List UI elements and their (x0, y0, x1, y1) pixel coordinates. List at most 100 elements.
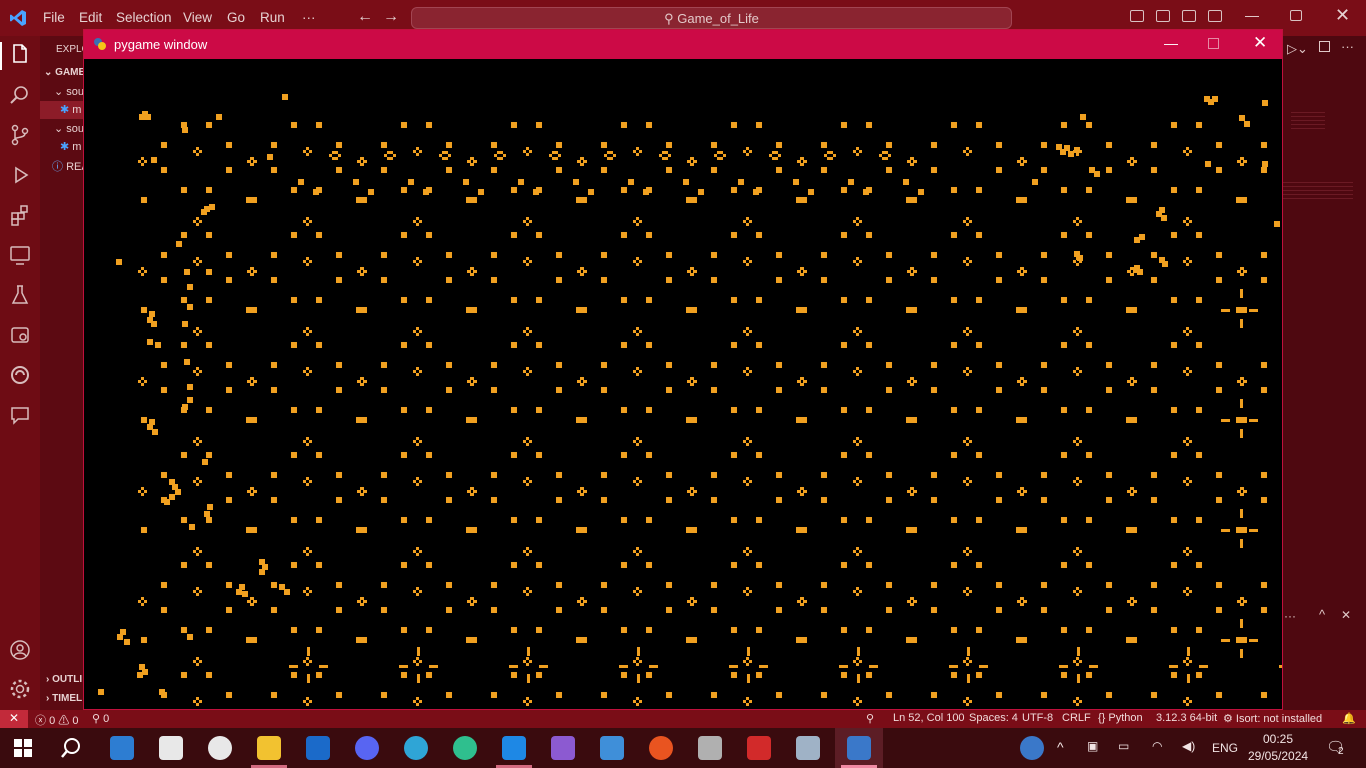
indentation[interactable]: Spaces: 4 (969, 712, 1018, 724)
close-icon[interactable]: ✕ (1335, 5, 1350, 26)
clock-time[interactable]: 00:25 (1263, 732, 1293, 746)
outlook-icon[interactable] (306, 736, 330, 760)
command-center-search[interactable]: ⚲ Game_of_Life (411, 7, 1012, 29)
back-arrow-icon[interactable]: ← (357, 8, 373, 26)
chat-icon[interactable] (8, 403, 32, 427)
visual-studio-icon[interactable] (551, 736, 575, 760)
forward-arrow-icon[interactable]: → (383, 8, 399, 26)
restore-icon[interactable] (1290, 10, 1302, 21)
close-panel-icon[interactable]: ✕ (1341, 608, 1351, 622)
menu-edit[interactable]: Edit (79, 10, 102, 25)
live-cell (1131, 493, 1134, 496)
settings-gear-icon[interactable] (8, 677, 32, 701)
media-player-icon[interactable] (208, 736, 232, 760)
outline-section[interactable]: › OUTLI (46, 674, 82, 692)
toggle-primary-sidebar-icon[interactable] (1130, 10, 1144, 22)
docker-icon[interactable] (8, 323, 32, 347)
pygame-minimize-icon[interactable]: — (1164, 35, 1178, 51)
live-cell (361, 310, 364, 313)
menu-more[interactable]: ··· (302, 10, 316, 25)
menu-selection[interactable]: Selection (116, 10, 172, 25)
volume-icon[interactable]: ◀) (1182, 739, 1195, 753)
menu-go[interactable]: Go (227, 10, 245, 25)
python-pygame-taskbar-icon[interactable] (847, 736, 871, 760)
notification-count[interactable]: 2 (1338, 746, 1344, 757)
workspace-folder[interactable]: ⌄ GAME (44, 67, 84, 85)
store-app-icon[interactable] (159, 736, 183, 760)
vscode-taskbar-icon[interactable] (502, 736, 526, 760)
encoding[interactable]: UTF-8 (1022, 712, 1053, 724)
extensions-icon[interactable] (8, 203, 32, 227)
live-cell (666, 167, 669, 170)
discord-icon[interactable] (355, 736, 379, 760)
cursor-position[interactable]: Ln 52, Col 100 (893, 712, 965, 724)
toggle-panel-icon[interactable] (1156, 10, 1170, 22)
customize-layout-icon[interactable] (1208, 10, 1222, 22)
live-cell (714, 585, 717, 588)
input-language[interactable]: ENG (1212, 741, 1238, 755)
wifi-icon[interactable]: ◠ (1152, 739, 1162, 753)
windows-start-icon[interactable] (14, 739, 32, 757)
menu-file[interactable]: File (43, 10, 65, 25)
live-cell (859, 660, 862, 663)
remote-button[interactable]: ✕ (0, 710, 28, 728)
tray-app-icon[interactable]: ▣ (1087, 739, 1098, 753)
live-cell (1089, 455, 1092, 458)
menu-view[interactable]: View (183, 10, 212, 25)
menu-run[interactable]: Run (260, 10, 285, 25)
run-debug-icon[interactable] (8, 163, 32, 187)
minimize-icon[interactable]: — (1245, 7, 1259, 23)
file-readme[interactable]: ⓘ REA (52, 158, 84, 176)
notifications-bell-icon[interactable]: 🔔 (1342, 712, 1356, 725)
taskview-app-icon[interactable] (110, 736, 134, 760)
line-ending[interactable]: CRLF (1062, 712, 1091, 724)
run-python-file-icon[interactable]: ▷⌄ (1287, 41, 1308, 57)
virtualbox-icon[interactable] (600, 736, 624, 760)
edge-tools-icon[interactable] (8, 363, 32, 387)
file-main-2[interactable]: ✱ m (60, 140, 81, 158)
folder-source-2[interactable]: ⌄ sou (54, 122, 84, 140)
testing-icon[interactable] (8, 283, 32, 307)
live-cell (259, 572, 262, 575)
file-explorer-icon[interactable] (257, 736, 281, 760)
source-control-icon[interactable] (8, 123, 32, 147)
help-icon[interactable] (1020, 736, 1044, 760)
language-mode[interactable]: {} Python (1098, 712, 1143, 724)
edge-icon[interactable] (404, 736, 428, 760)
panel-more-icon[interactable]: ··· (1284, 609, 1296, 623)
clock-date[interactable]: 29/05/2024 (1248, 749, 1308, 763)
python-interpreter[interactable]: 3.12.3 64-bit (1156, 712, 1217, 724)
game-of-life-canvas[interactable] (84, 59, 1282, 709)
ubuntu-icon[interactable] (649, 736, 673, 760)
show-hidden-icons[interactable]: ^ (1057, 739, 1064, 755)
timeline-section[interactable]: › TIMEL (46, 693, 82, 710)
accounts-icon[interactable] (8, 638, 32, 662)
flowgorithm-icon[interactable] (747, 736, 771, 760)
taskbar-search-icon[interactable] (60, 737, 82, 759)
live-cell (954, 190, 957, 193)
more-actions-icon[interactable]: ··· (1341, 39, 1354, 54)
ports-indicator[interactable]: ⚲ 0 (92, 712, 109, 725)
pygame-close-icon[interactable]: ✕ (1253, 33, 1267, 53)
search-icon[interactable] (8, 83, 32, 107)
live-cell (429, 187, 432, 190)
snipping-tool-icon[interactable] (796, 736, 820, 760)
split-editor-icon[interactable] (1319, 41, 1330, 52)
live-cell (526, 697, 529, 700)
explorer-icon[interactable] (8, 42, 32, 66)
file-main-1[interactable]: ✱ m (60, 103, 81, 121)
live-cell (316, 627, 319, 630)
edge-dev-icon[interactable] (453, 736, 477, 760)
live-cell (821, 582, 824, 585)
live-cell (746, 147, 749, 150)
zoom-icon[interactable]: ⚲ (866, 712, 874, 725)
toggle-secondary-sidebar-icon[interactable] (1182, 10, 1196, 22)
live-cell (666, 142, 669, 145)
remote-explorer-icon[interactable] (8, 243, 32, 267)
terminal-icon[interactable] (698, 736, 722, 760)
maximize-panel-icon[interactable]: ^ (1319, 607, 1325, 622)
linter-status[interactable]: ⚙ Isort: not installed (1223, 712, 1322, 725)
problems-indicator[interactable]: ⓧ 0 ⚠ 0 (35, 712, 78, 728)
live-cell (963, 660, 966, 663)
battery-icon[interactable]: ▭ (1118, 739, 1129, 753)
